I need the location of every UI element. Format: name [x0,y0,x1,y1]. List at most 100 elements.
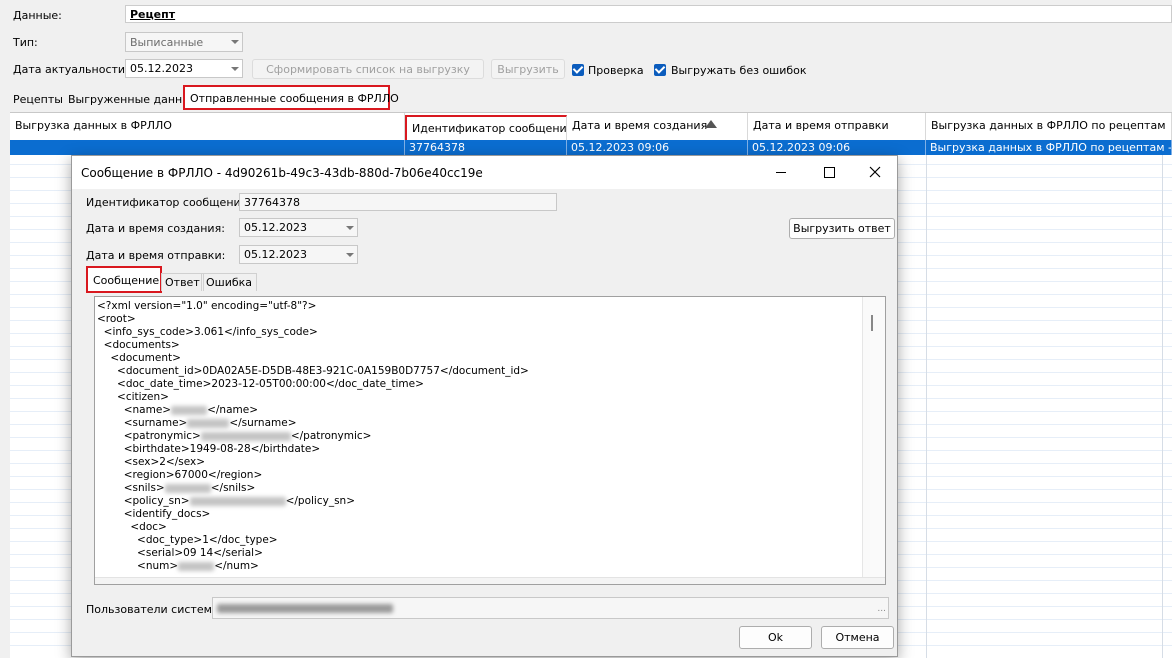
xml-line-text: <policy_sn> [97,495,190,507]
xml-line-text: <doc_type>1</doc_type> [97,534,278,546]
xml-line: <document> [97,352,181,365]
upload-no-errors-checkbox[interactable] [654,64,666,76]
xml-line-tail: </patronymic> [290,430,372,442]
xml-line-text: <documents> [97,339,180,351]
tab-uploaded-data[interactable]: Выгруженные данные [63,90,203,109]
xml-line: <name> </name> [97,404,258,417]
redacted-value [171,405,208,415]
tab-answer[interactable]: Ответ [161,273,204,291]
xml-line-text: <surname> [97,417,188,429]
xml-line: <citizen> [97,391,169,404]
form-list-button[interactable]: Сформировать список на выгрузку [252,59,484,79]
xml-line: <sex>2</sex> [97,456,205,469]
redacted-value [200,431,291,441]
redacted-value [187,418,230,428]
date-select[interactable]: 05.12.2023 [125,59,243,78]
column-divider [926,155,927,658]
sent-select[interactable]: 05.12.2023 [239,245,358,264]
xml-line-tail: </surname> [229,417,297,429]
xml-line: <info_sys_code>3.061</info_sys_code> [97,326,318,339]
close-icon[interactable] [869,166,881,178]
xml-line-tail: </name> [207,404,258,416]
date-value: 05.12.2023 [130,62,193,75]
col-header-created-label: Дата и время создания [572,119,708,132]
chevron-down-icon [231,66,239,71]
sent-value: 05.12.2023 [244,248,307,261]
minimize-icon[interactable] [776,172,786,173]
scrollbar-thumb[interactable] [871,315,873,331]
redacted-value [178,561,215,571]
xml-line-text: <sex>2</sex> [97,456,206,468]
maximize-icon[interactable] [824,167,835,178]
date-label: Дата актуальности: [13,63,129,76]
sent-label: Дата и время отправки: [86,249,226,262]
col-header-sent[interactable]: Дата и время отправки [748,113,926,140]
column-divider [1162,155,1163,658]
chevron-down-icon [346,225,354,230]
tab-error[interactable]: Ошибка [201,273,258,291]
redacted-value [164,483,211,493]
xml-line: <doc_date_time>2023-12-05T00:00:00</doc_… [97,378,424,391]
type-value: Выписанные [130,36,204,49]
xml-line-text: <snils> [97,482,165,494]
xml-line-text: <document> [97,352,181,364]
xml-line-text: <info_sys_code>3.061</info_sys_code> [97,326,318,338]
cancel-button[interactable]: Отмена [821,626,894,649]
tab-message[interactable]: Сообщение [86,266,162,293]
xml-line-text: <birthdate>1949-08-28</birthdate> [97,443,321,455]
xml-line-tail: </policy_sn> [285,495,356,507]
tab-recipes[interactable]: Рецепты [8,90,68,109]
type-label: Тип: [13,36,38,49]
xml-line-tail: </num> [214,560,259,572]
xml-line: <documents> [97,339,180,352]
cell-upload [10,140,405,155]
dialog-title: Сообщение в ФРЛЛО - 4d90261b-49c3-43db-8… [81,166,483,180]
xml-line: <identify_docs> [97,508,211,521]
check-checkbox[interactable] [572,64,584,76]
xml-line-text: <?xml version="1.0" encoding="utf-8"?> [97,300,317,312]
col-header-recipe-upload[interactable]: Выгрузка данных в ФРЛЛО по рецептам [926,113,1172,140]
tab-sent-messages[interactable]: Отправленные сообщения в ФРЛЛО [183,85,399,110]
xml-line: <surname> </surname> [97,417,297,430]
data-field[interactable]: Рецепт [125,5,1172,23]
users-field[interactable]: ... [212,597,889,619]
xml-line: <snils> </snils> [97,482,256,495]
sort-ascending-icon [705,120,717,128]
cell-created: 05.12.2023 09:06 [567,140,748,155]
id-field[interactable]: 37764378 [239,193,557,211]
vertical-scrollbar[interactable] [862,297,885,584]
table-row[interactable]: 37764378 05.12.2023 09:06 05.12.2023 09:… [10,140,1172,155]
created-value: 05.12.2023 [244,221,307,234]
xml-line-text: <doc_date_time>2023-12-05T00:00:00</doc_… [97,378,424,390]
col-header-upload[interactable]: Выгрузка данных в ФРЛЛО [10,113,405,140]
xml-line: <document_id>0DA02A5E-D5DB-48E3-921C-0A1… [97,365,529,378]
type-select[interactable]: Выписанные [125,32,243,52]
xml-line-text: <citizen> [97,391,169,403]
col-header-created[interactable]: Дата и время создания [567,113,748,140]
xml-line-text: <num> [97,560,179,572]
created-select[interactable]: 05.12.2023 [239,218,358,237]
xml-line: <region>67000</region> [97,469,263,482]
xml-line: <doc_type>1</doc_type> [97,534,278,547]
upload-no-errors-label: Выгружать без ошибок [671,64,807,77]
ok-button[interactable]: Ok [739,626,812,649]
export-answer-button[interactable]: Выгрузить ответ [789,218,895,239]
col-header-message-id[interactable]: Идентификатор сообщения... [405,115,567,143]
dialog-titlebar[interactable]: Сообщение в ФРЛЛО - 4d90261b-49c3-43db-8… [72,156,897,189]
xml-line: <?xml version="1.0" encoding="utf-8"?> [97,300,316,313]
xml-line-text: <patronymic> [97,430,201,442]
xml-line: <root> [97,313,136,326]
redacted-value [189,496,286,506]
users-more-button[interactable]: ... [877,604,886,614]
cell-message-id: 37764378 [405,140,567,155]
xml-line-text: <root> [97,313,136,325]
horizontal-scrollbar[interactable] [95,577,885,584]
upload-button[interactable]: Выгрузить [491,59,565,79]
xml-message-text[interactable]: <?xml version="1.0" encoding="utf-8"?> <r… [94,296,886,585]
xml-line-text: <doc> [97,521,167,533]
xml-line-text: <name> [97,404,172,416]
xml-line: <num> </num> [97,560,259,573]
redacted-users [217,604,393,613]
xml-line-tail: </snils> [210,482,256,494]
cell-recipe-upload: Выгрузка данных в ФРЛЛО по рецептам - ..… [926,140,1172,155]
